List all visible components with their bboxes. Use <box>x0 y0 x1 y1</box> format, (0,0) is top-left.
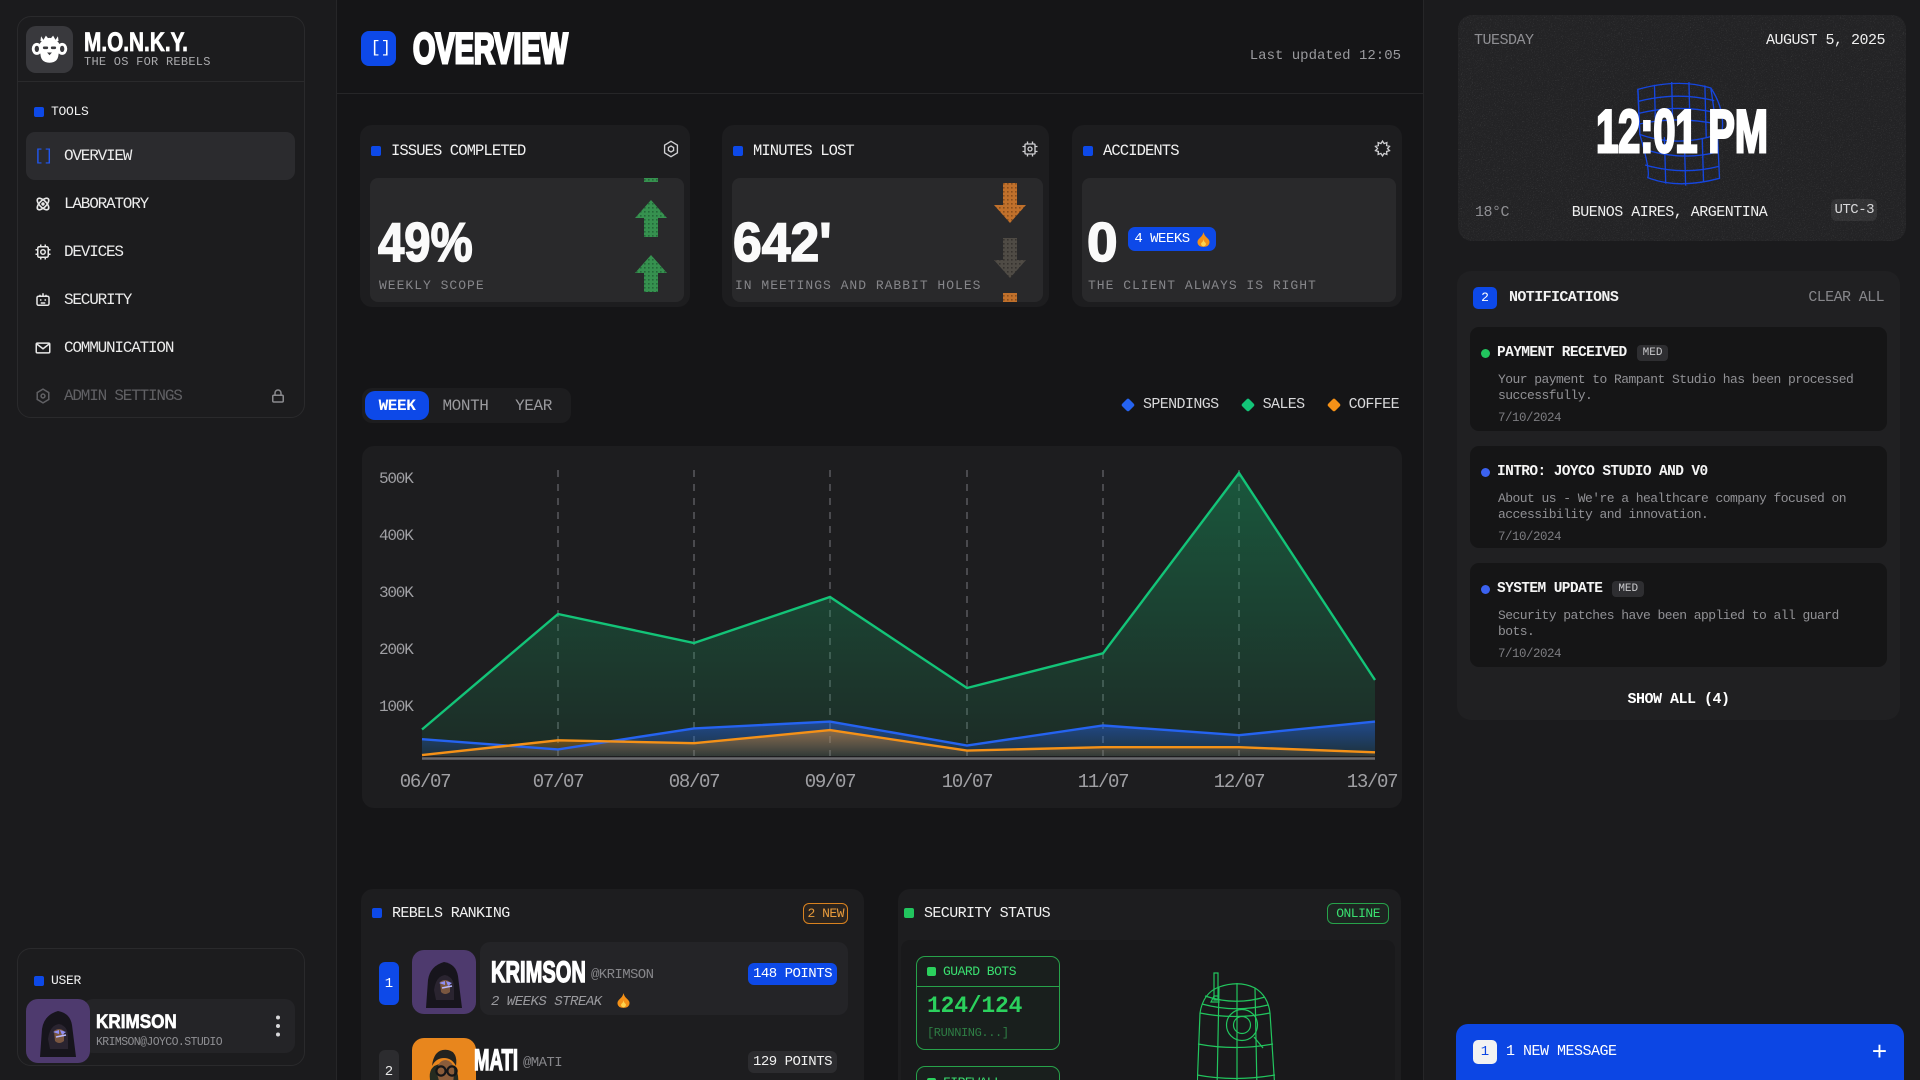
svg-text:10/07: 10/07 <box>942 771 993 793</box>
svg-text:09/07: 09/07 <box>805 771 856 793</box>
svg-text:11/07: 11/07 <box>1078 771 1129 793</box>
svg-text:06/07: 06/07 <box>400 771 451 793</box>
svg-text:500K: 500K <box>379 470 414 488</box>
svg-text:12/07: 12/07 <box>1214 771 1265 793</box>
svg-text:200K: 200K <box>379 641 414 659</box>
svg-text:400K: 400K <box>379 527 414 545</box>
svg-text:300K: 300K <box>379 584 414 602</box>
svg-text:08/07: 08/07 <box>669 771 720 793</box>
svg-text:13/07: 13/07 <box>1347 771 1398 793</box>
svg-text:100K: 100K <box>379 698 414 716</box>
svg-text:07/07: 07/07 <box>533 771 584 793</box>
